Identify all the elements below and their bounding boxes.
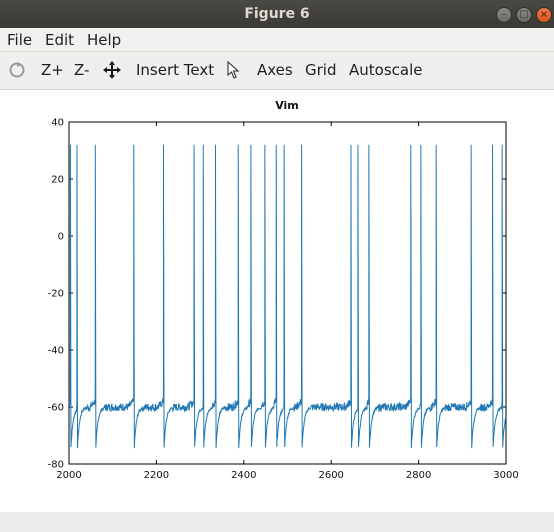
plot-svg: Vim 2000 2200 2400 2600 2800 3000 -80 -60 -40 -20…	[48, 99, 519, 481]
x-tick-label: 2800	[406, 470, 431, 481]
x-tick-label: 2400	[231, 470, 256, 481]
y-tick-label: 40	[51, 118, 64, 129]
y-tick-label: -40	[48, 346, 64, 357]
maximize-icon[interactable]: □	[516, 7, 532, 23]
pan-icon[interactable]	[102, 60, 122, 80]
insert-text-button[interactable]: Insert Text	[136, 60, 214, 80]
title-bar: Figure 6 – □ ×	[0, 0, 554, 28]
menu-edit[interactable]: Edit	[45, 31, 74, 49]
grid-button[interactable]: Grid	[305, 60, 336, 80]
y-tick-label: -60	[48, 403, 64, 414]
chart-title: Vim	[275, 99, 299, 112]
zoom-in-button[interactable]: Z+	[41, 60, 64, 80]
status-bar	[0, 512, 554, 532]
zoom-out-button[interactable]: Z-	[74, 60, 89, 80]
minimize-icon[interactable]: –	[496, 7, 512, 23]
window-title: Figure 6	[244, 6, 310, 22]
figure-canvas[interactable]: Vim 2000 2200 2400 2600 2800 3000 -80 -60 -40 -20…	[0, 90, 554, 512]
x-tick-label: 2600	[318, 470, 343, 481]
y-tick-label: -20	[48, 289, 64, 300]
vim-series-line	[68, 144, 507, 449]
rotate-icon[interactable]	[7, 59, 27, 79]
x-tick-label: 2200	[144, 470, 169, 481]
pointer-icon[interactable]	[226, 60, 240, 80]
toolbar: Z+ Z- Insert Text Axes Grid Autoscale	[0, 52, 554, 90]
x-tick-label: 3000	[493, 470, 518, 481]
x-tick-label: 2000	[56, 470, 81, 481]
menu-file[interactable]: File	[7, 31, 32, 49]
y-tick-label: 20	[51, 175, 64, 186]
menu-help[interactable]: Help	[87, 31, 121, 49]
close-icon[interactable]: ×	[536, 7, 552, 23]
y-tick-label: 0	[58, 232, 64, 243]
menu-bar: File Edit Help	[0, 28, 554, 52]
autoscale-button[interactable]: Autoscale	[349, 60, 422, 80]
axes-button[interactable]: Axes	[257, 60, 293, 80]
y-tick-label: -80	[48, 460, 64, 471]
